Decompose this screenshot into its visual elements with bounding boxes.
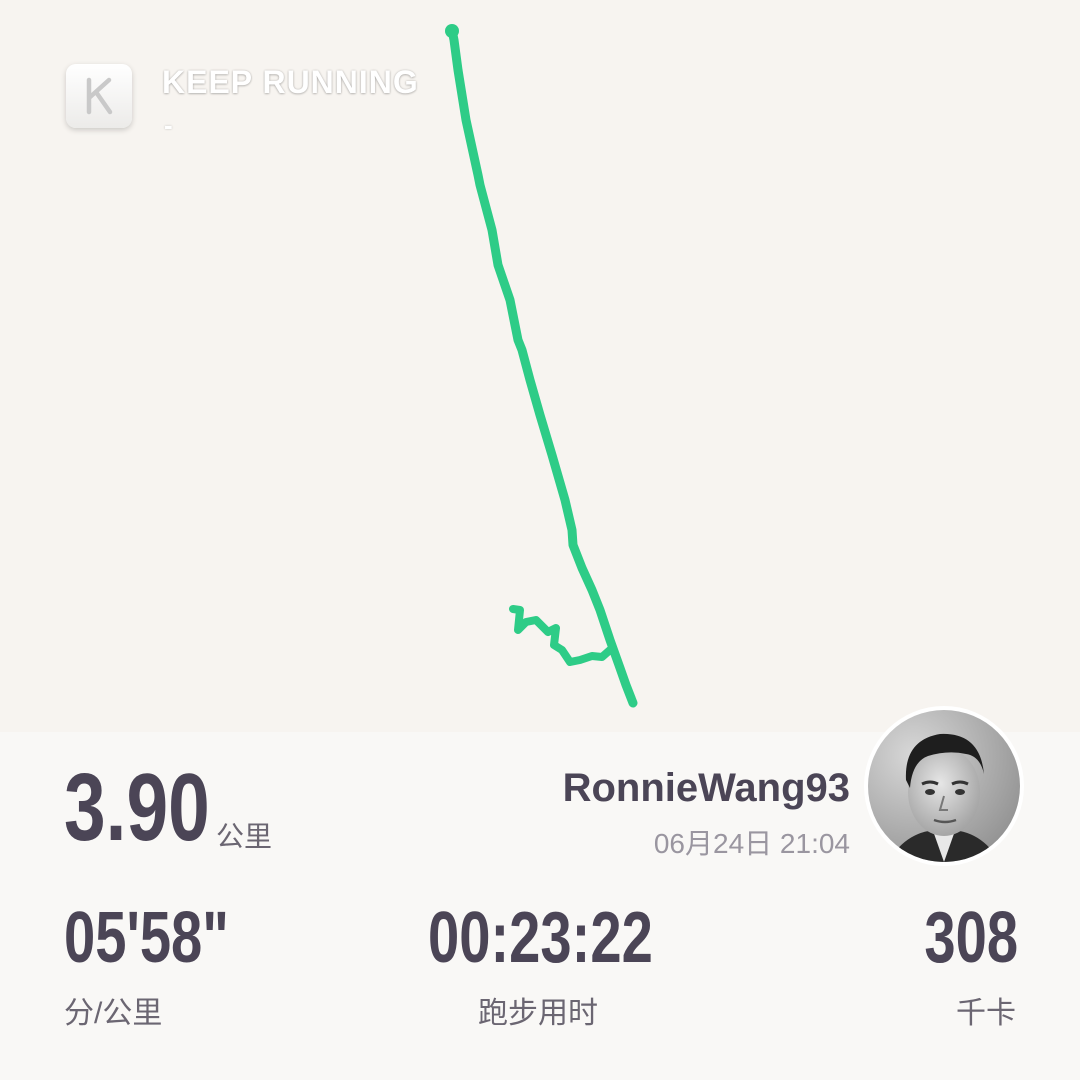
route-branch bbox=[509, 605, 614, 666]
distance-unit: 公里 bbox=[216, 821, 273, 852]
user-avatar bbox=[868, 710, 1020, 862]
run-timestamp: 06月24日 21:04 bbox=[653, 828, 850, 859]
duration-value: 00:23:22 bbox=[428, 898, 653, 978]
route-path bbox=[445, 24, 638, 708]
duration-label: 跑步用时 bbox=[478, 997, 598, 1030]
calories-label: 千卡 bbox=[956, 997, 1016, 1030]
app-subtitle: - bbox=[164, 110, 173, 140]
keep-k-logo-icon bbox=[86, 77, 113, 115]
route-start-marker bbox=[445, 24, 459, 38]
route-line bbox=[447, 25, 638, 708]
app-title: KEEP RUNNING bbox=[162, 64, 419, 100]
distance-value: 3.90 bbox=[64, 754, 210, 861]
username: RonnieWang93 bbox=[562, 766, 850, 810]
keep-logo bbox=[66, 64, 132, 128]
route-map: KEEP RUNNING - bbox=[0, 0, 1080, 732]
calories-value: 308 bbox=[924, 898, 1018, 978]
avatar-portrait bbox=[868, 710, 1020, 862]
pace-label: 分/公里 bbox=[64, 997, 163, 1030]
pace-value: 05'58" bbox=[64, 898, 229, 978]
run-share-card: KEEP RUNNING - 3.90 公里 RonnieWang93 06月2… bbox=[0, 0, 1080, 1080]
